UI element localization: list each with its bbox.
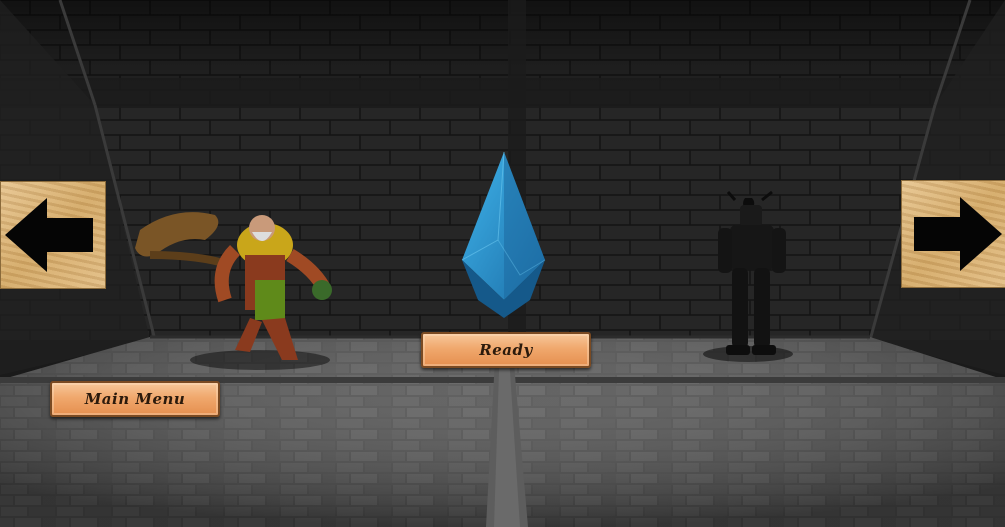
previous-character-button[interactable] — [0, 181, 106, 289]
arrow-right-icon — [914, 197, 1002, 271]
dungeon-scene — [0, 0, 1005, 527]
arrow-left-icon — [5, 198, 93, 272]
main-menu-button[interactable]: Main Menu — [50, 381, 220, 417]
main-menu-button-label: Main Menu — [84, 390, 186, 408]
next-character-button[interactable] — [901, 180, 1005, 288]
ready-button-label: Ready — [479, 341, 533, 359]
ready-button[interactable]: Ready — [421, 332, 591, 368]
